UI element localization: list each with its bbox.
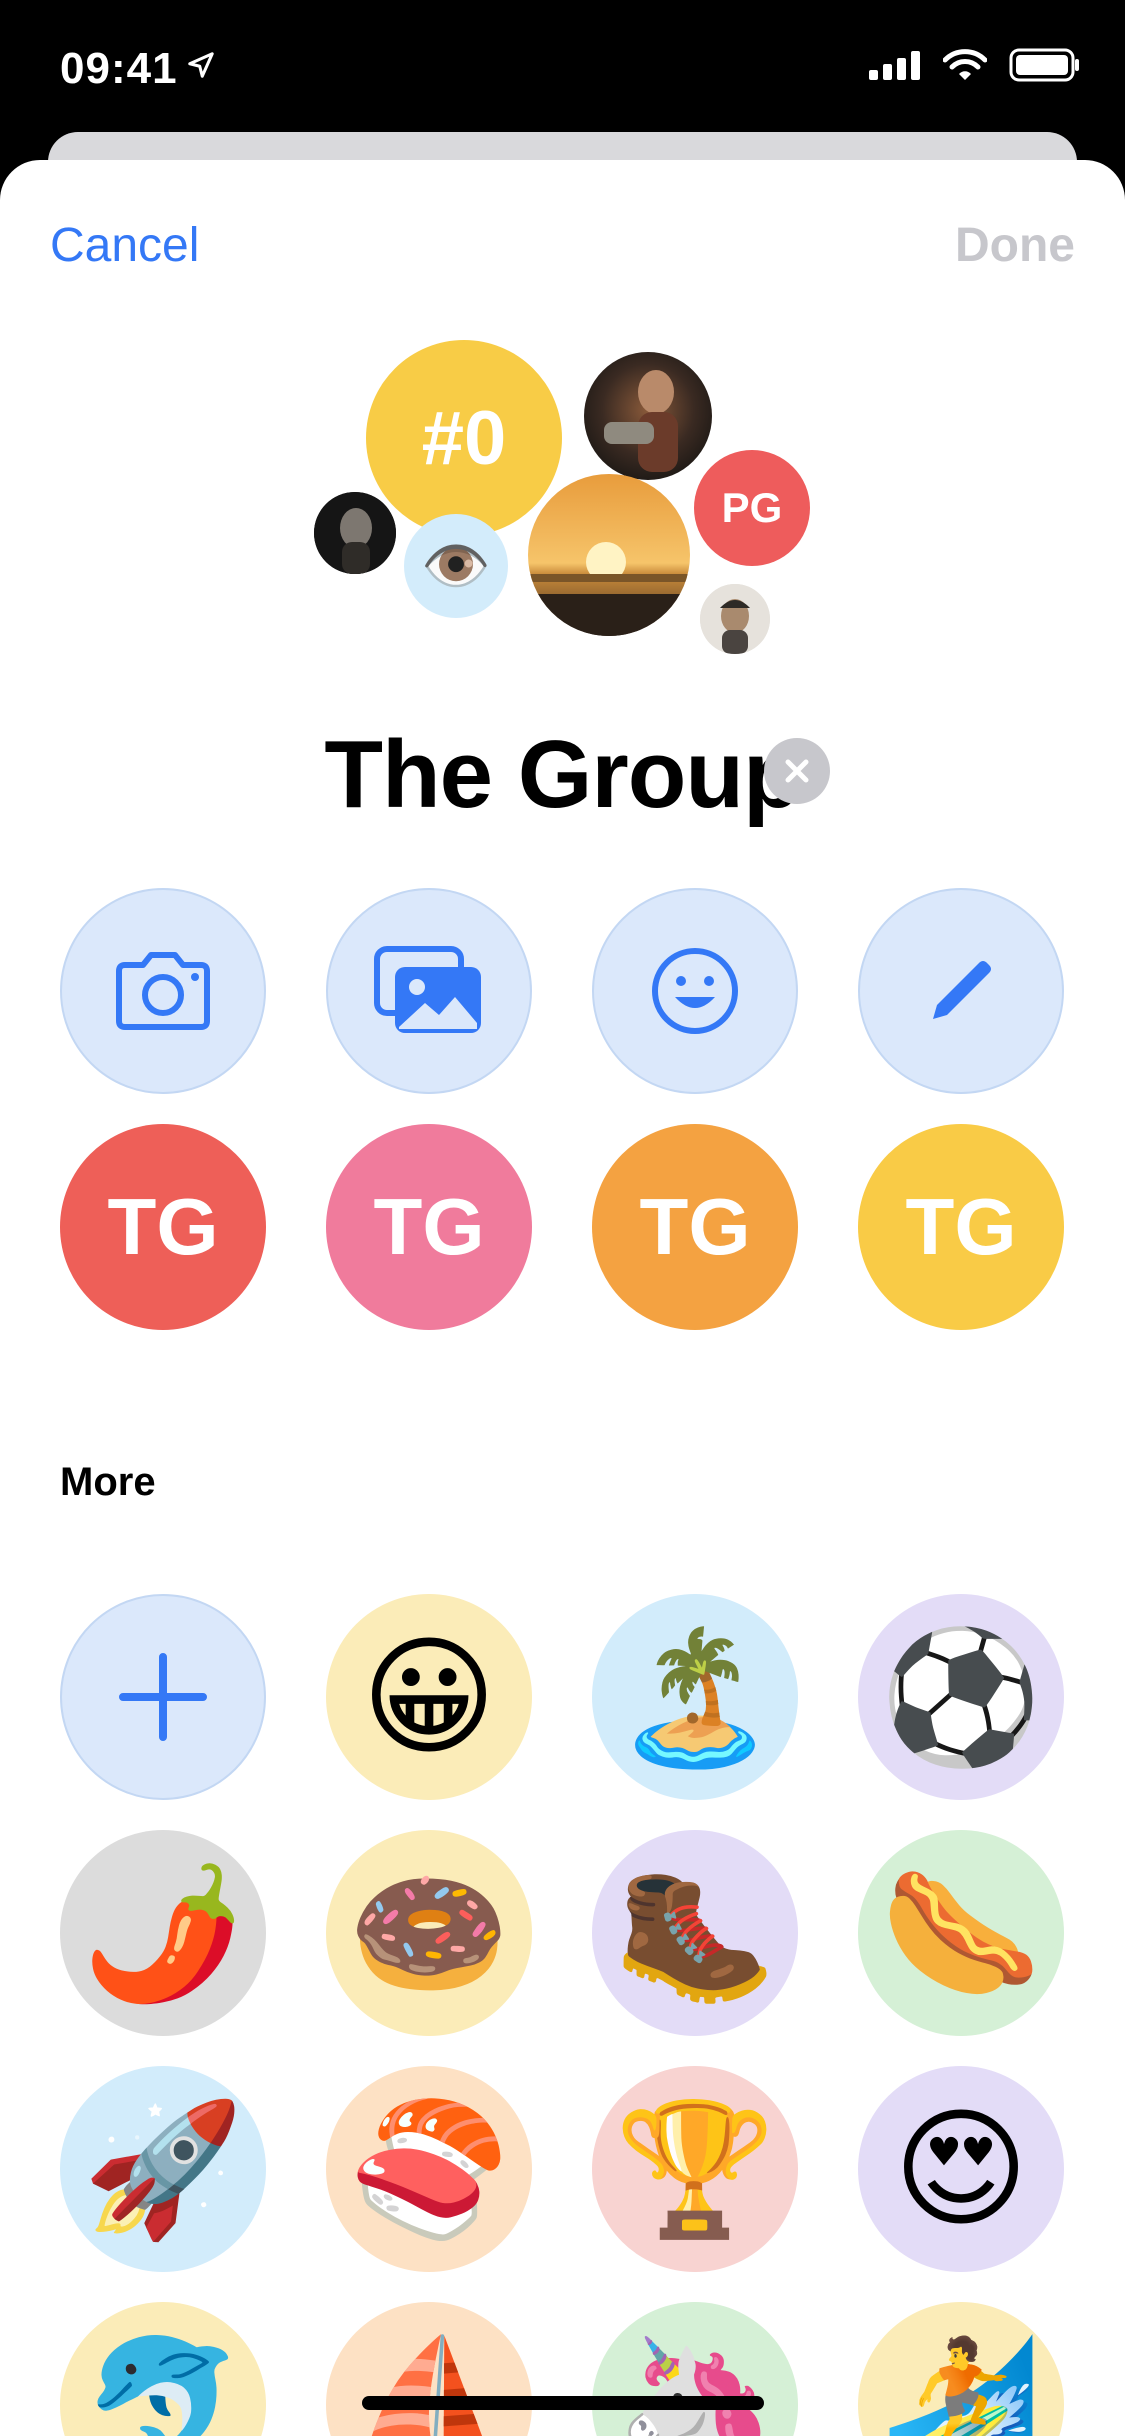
- emoji-option-pepper[interactable]: 🌶️: [60, 1830, 266, 2036]
- emoji-option-sushi[interactable]: 🍣: [326, 2066, 532, 2272]
- emoji-option-surfer[interactable]: 🏄: [858, 2302, 1064, 2436]
- monogram-option-yellow[interactable]: TG: [858, 1124, 1064, 1330]
- group-name-row: The Group: [0, 720, 1125, 830]
- group-name-field[interactable]: The Group: [324, 721, 801, 828]
- emoji-option-hotdog[interactable]: 🌭: [858, 1830, 1064, 2036]
- member-photo-avatar: [700, 584, 770, 654]
- group-avatar-bubble-number: #0: [366, 340, 562, 536]
- edit-text-button[interactable]: [858, 888, 1064, 1094]
- plus-icon: [119, 1653, 207, 1741]
- member-photo-avatar: [314, 492, 396, 574]
- clear-name-button[interactable]: [764, 738, 830, 804]
- smiley-icon: [652, 948, 738, 1034]
- member-photo-avatar: [584, 352, 712, 480]
- emoji-option-rocket[interactable]: 🚀: [60, 2066, 266, 2272]
- wifi-icon: [943, 49, 987, 80]
- emoji-button[interactable]: [592, 888, 798, 1094]
- more-section-title: More: [60, 1460, 156, 1504]
- emoji-option-soccer[interactable]: ⚽: [858, 1594, 1064, 1800]
- emoji-option-heart-eyes[interactable]: 😍: [858, 2066, 1064, 2272]
- emoji-option-boot[interactable]: 🥾: [592, 1830, 798, 2036]
- emoji-option-trophy[interactable]: 🏆: [592, 2066, 798, 2272]
- camera-icon: [116, 952, 210, 1030]
- status-time: 09:41: [60, 44, 178, 93]
- close-icon: [785, 759, 809, 783]
- battery-icon: [1009, 48, 1079, 82]
- emoji-option-sailboat[interactable]: ⛵: [326, 2302, 532, 2436]
- emoji-option-unicorn[interactable]: 🦄: [592, 2302, 798, 2436]
- member-initials-avatar: PG: [694, 450, 810, 566]
- cellular-signal-icon: [869, 51, 920, 80]
- photo-library-button[interactable]: [326, 888, 532, 1094]
- emoji-option-grinning[interactable]: 😀: [326, 1594, 532, 1800]
- camera-button[interactable]: [60, 888, 266, 1094]
- member-photo-avatar: [528, 474, 690, 636]
- monogram-option-orange[interactable]: TG: [592, 1124, 798, 1330]
- emoji-option-doughnut[interactable]: 🍩: [326, 1830, 532, 2036]
- eye-icon: 👁️: [421, 534, 491, 599]
- home-indicator[interactable]: [362, 2396, 764, 2410]
- done-button[interactable]: Done: [955, 218, 1075, 273]
- monogram-option-pink[interactable]: TG: [326, 1124, 532, 1330]
- edit-group-sheet: Cancel Done #0 PG 👁️ The Group TG TG TG …: [0, 160, 1125, 2436]
- status-bar: 09:41: [0, 0, 1125, 140]
- emoji-option-beach[interactable]: 🏝️: [592, 1594, 798, 1800]
- monogram-option-red[interactable]: TG: [60, 1124, 266, 1330]
- add-emoji-button[interactable]: [60, 1594, 266, 1800]
- emoji-option-dolphin[interactable]: 🐬: [60, 2302, 266, 2436]
- cancel-button[interactable]: Cancel: [50, 218, 199, 273]
- pencil-icon: [933, 961, 991, 1019]
- location-arrow-icon: [188, 52, 214, 78]
- member-emoji-avatar: 👁️: [404, 514, 508, 618]
- photo-library-icon: [374, 946, 481, 1033]
